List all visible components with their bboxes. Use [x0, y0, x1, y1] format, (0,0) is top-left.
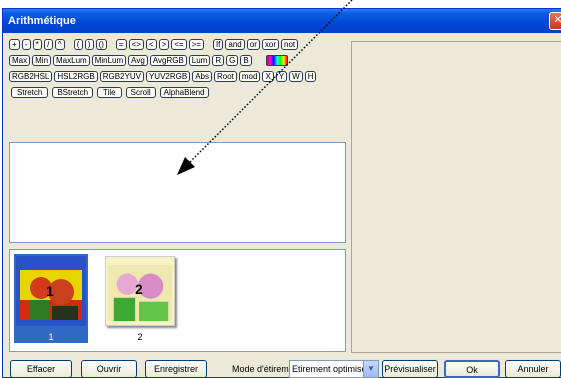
dotted-arrow-annotation	[177, 0, 353, 175]
